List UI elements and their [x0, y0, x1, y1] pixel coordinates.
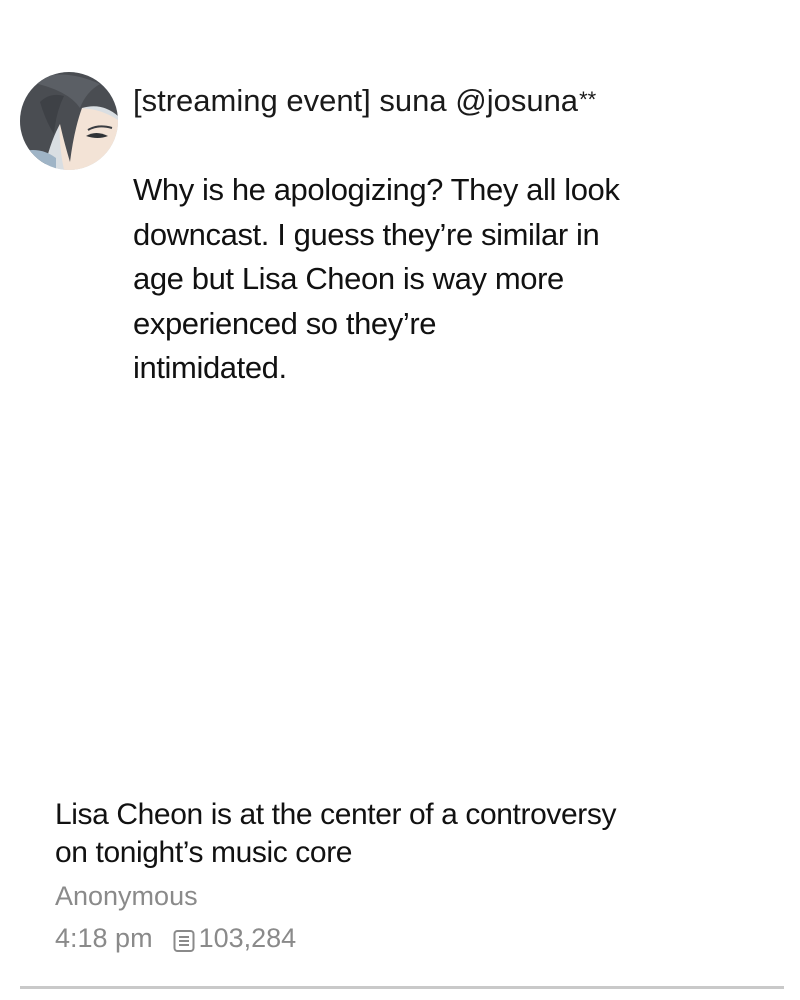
handle-mask: **: [579, 87, 597, 112]
post-title[interactable]: Lisa Cheon is at the center of a controv…: [55, 796, 775, 872]
comment-body-line: experienced so they’re: [133, 305, 437, 341]
divider: [20, 986, 784, 989]
post-meta: 4:18 pm 103,284: [55, 920, 775, 956]
post-title-line: on tonight’s music core: [55, 836, 353, 869]
comment-author[interactable]: [streaming event] suna @josuna: [133, 83, 578, 118]
post-time: 4:18 pm: [55, 923, 153, 953]
list-icon: [173, 926, 195, 952]
post-title-line: Lisa Cheon is at the center of a controv…: [55, 798, 617, 831]
post-item[interactable]: Lisa Cheon is at the center of a controv…: [55, 796, 775, 956]
comment-body-line: Why is he apologizing? They all look: [133, 172, 620, 207]
comment-body-line: downcast. I guess they’re similar in: [133, 216, 600, 252]
comment-body-line: intimidated.: [133, 350, 287, 385]
avatar[interactable]: [20, 72, 118, 170]
post-author: Anonymous: [55, 881, 198, 911]
post-views: 103,284: [198, 923, 297, 953]
avatar-image: [20, 72, 118, 170]
comment-header: [streaming event] suna @josuna**: [133, 80, 596, 121]
comment-body-line: age but Lisa Cheon is way more: [133, 261, 564, 296]
comment-body: Why is he apologizing? They all look dow…: [133, 168, 713, 391]
